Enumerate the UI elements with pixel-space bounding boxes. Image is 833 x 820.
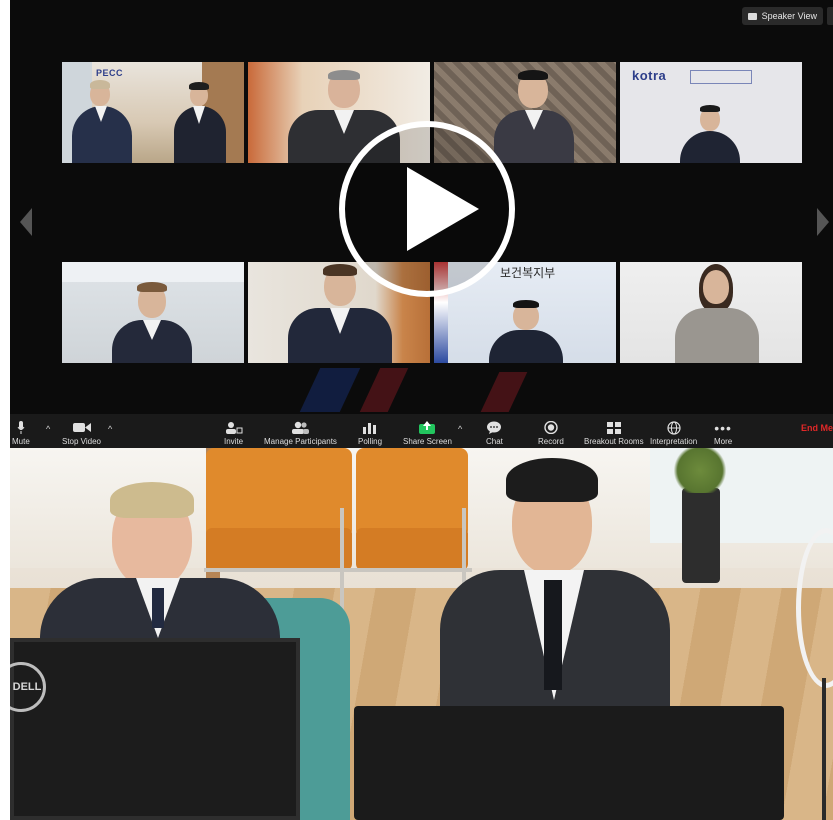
ring-light-stand [822,678,826,820]
next-page-icon[interactable] [817,208,829,236]
more-button[interactable]: ••• More [714,416,733,447]
grid-icon [606,421,621,434]
invite-button[interactable]: Invite [224,416,243,446]
fullscreen-button[interactable] [827,7,833,25]
pecc-logo: PECC [96,68,124,78]
manage-participants-label: Manage Participants [264,437,337,446]
invite-label: Invite [224,437,244,446]
record-label: Record [538,437,564,446]
share-options-caret-icon[interactable]: ^ [458,424,462,434]
monitor-brand-text: DELL [12,681,42,693]
record-button[interactable]: Record [538,416,564,446]
meeting-toolbar: Mute ^ Stop Video ^ Invite Manage Partic… [10,414,833,448]
globe-icon [666,420,681,435]
background-logo-stroke [299,368,361,412]
orange-chair [356,448,468,538]
share-screen-button[interactable]: Share Screen [403,416,452,446]
speaker-view-button[interactable]: Speaker View [741,7,823,25]
manage-participants-button[interactable]: Manage Participants [264,416,337,446]
zoom-meeting-window: Speaker View PECC kotra 보건복지부 Mute ^ Sto… [10,0,833,448]
play-button[interactable] [339,121,515,297]
chair-leg [340,508,344,618]
breakout-rooms-label: Breakout Rooms [584,437,644,446]
chat-label: Chat [486,437,503,446]
video-camera-icon [72,421,91,434]
plant-leaves [670,448,730,493]
polling-button[interactable]: Polling [358,416,382,446]
bar-chart-icon [362,421,378,434]
kotra-logo: kotra [632,68,667,83]
more-label: More [714,437,733,446]
ellipsis-icon: ••• [714,419,732,436]
add-person-icon [225,421,243,434]
meeting-room-photo: DELL [10,448,833,820]
speaker-view-icon [747,12,757,20]
orange-chair [206,448,352,538]
end-meeting-button[interactable]: End Meet [801,423,833,433]
share-arrow-icon [418,421,436,434]
orange-chair-seat [356,528,468,570]
video-options-caret-icon[interactable]: ^ [108,424,112,434]
people-icon [290,421,310,434]
background-logo-stroke [359,368,409,412]
chat-bubble-icon [486,421,502,434]
mute-button[interactable]: Mute [12,416,30,446]
video-tile[interactable]: kotra [620,62,802,163]
share-screen-label: Share Screen [403,437,452,446]
video-tile[interactable] [620,262,802,363]
plant-pot [682,488,720,583]
ministry-sign: 보건복지부 [500,266,556,280]
video-tile[interactable]: PECC [62,62,244,163]
chair-frame [204,568,472,572]
breakout-rooms-button[interactable]: Breakout Rooms [584,416,644,446]
microphone-icon [17,421,25,434]
video-tile[interactable] [62,262,244,363]
interpretation-label: Interpretation [650,437,698,446]
dell-monitor [10,638,300,820]
stop-video-label: Stop Video [62,437,101,446]
background-logo-stroke [480,372,528,412]
mute-label: Mute [12,437,30,446]
record-icon [544,421,558,434]
play-icon [407,167,479,251]
previous-page-icon[interactable] [20,208,32,236]
second-monitor [354,706,784,820]
interpretation-button[interactable]: Interpretation [650,416,697,446]
stop-video-button[interactable]: Stop Video [62,416,101,446]
chat-button[interactable]: Chat [486,416,503,446]
orange-chair-seat [206,528,352,570]
speaker-view-label: Speaker View [761,11,817,21]
polling-label: Polling [358,437,383,446]
audio-options-caret-icon[interactable]: ^ [46,424,50,434]
